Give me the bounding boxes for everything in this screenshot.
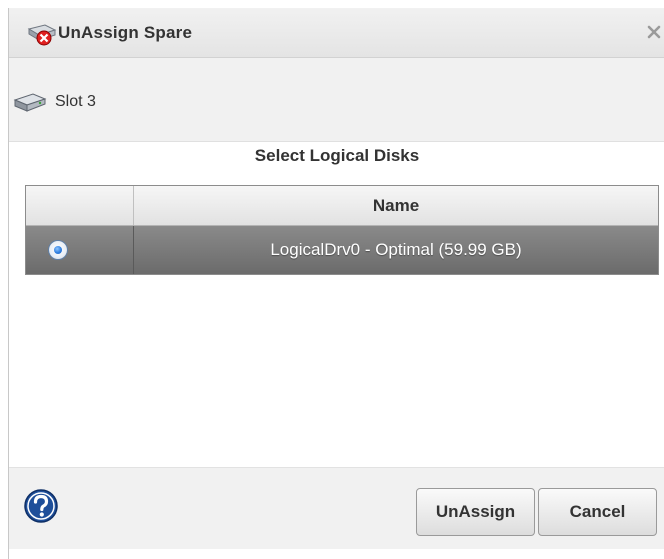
dialog-title: UnAssign Spare	[58, 23, 193, 42]
hard-drive-icon	[13, 93, 47, 112]
section-title: Select Logical Disks	[254, 146, 420, 165]
logical-disks-table: Name LogicalDrv0 - Optimal (59.99 GB)	[25, 185, 659, 275]
radio-selected-dot	[54, 246, 62, 254]
row-select-cell[interactable]	[26, 226, 134, 274]
logical-disk-name[interactable]: LogicalDrv0 - Optimal (59.99 GB)	[134, 226, 658, 274]
close-icon[interactable]	[645, 23, 663, 41]
row-radio-button[interactable]	[48, 240, 68, 260]
column-header-select	[26, 186, 134, 225]
drive-remove-icon	[27, 24, 57, 46]
table-header: Name	[26, 186, 658, 226]
dialog-titlebar: UnAssign Spare	[9, 8, 664, 58]
unassign-spare-dialog: UnAssign Spare Slot 3 Select Logical Dis…	[8, 8, 664, 559]
slot-info-bar: Slot 3	[9, 58, 664, 142]
column-header-name[interactable]: Name	[134, 186, 658, 225]
help-icon[interactable]	[23, 488, 59, 524]
dialog-footer: UnAssign Cancel	[9, 467, 664, 549]
cancel-button[interactable]: Cancel	[538, 488, 657, 536]
slot-label: Slot 3	[55, 93, 96, 110]
table-row[interactable]: LogicalDrv0 - Optimal (59.99 GB)	[26, 226, 658, 274]
unassign-button[interactable]: UnAssign	[416, 488, 535, 536]
